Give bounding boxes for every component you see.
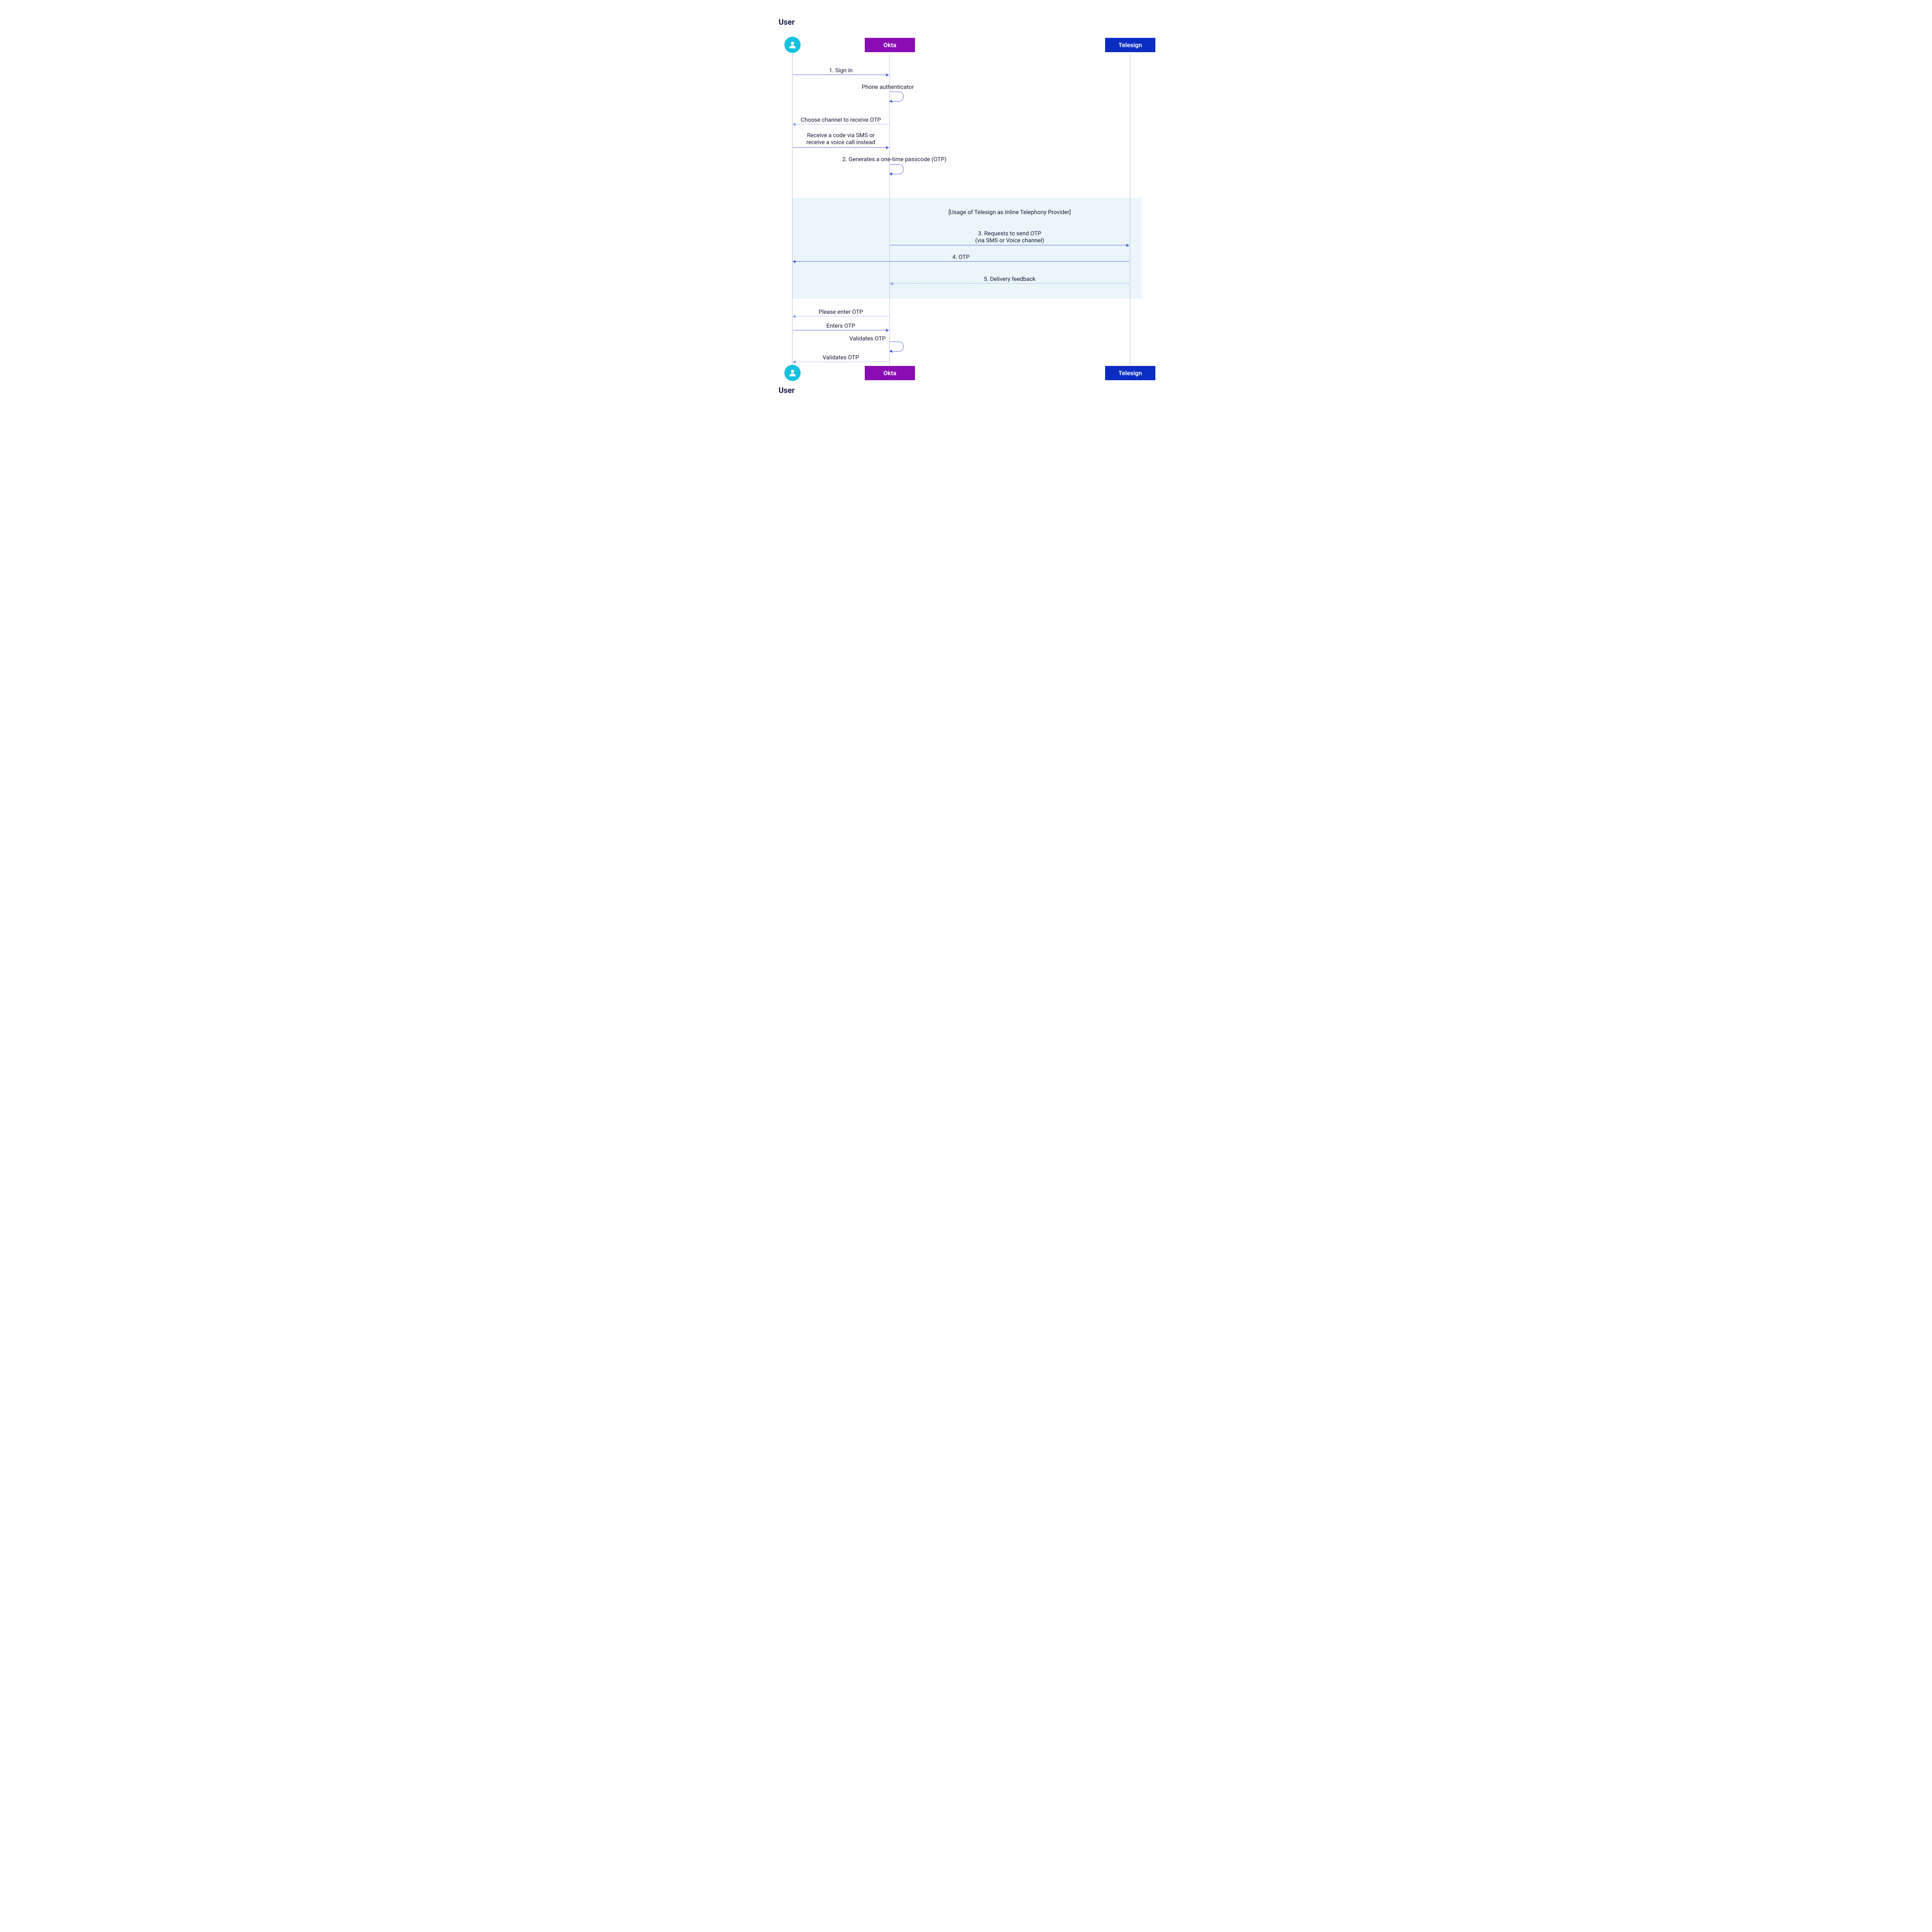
msg-receive-code-label-1: Receive a code via SMS or <box>792 132 889 139</box>
participant-okta-bottom: Okta <box>865 366 915 380</box>
lifeline-user <box>792 54 793 365</box>
msg-choose-channel-label: Choose channel to receive OTP <box>792 116 889 123</box>
self-loop-phone-auth <box>890 92 904 102</box>
msg-phone-auth-label: Phone authenticator <box>862 83 935 90</box>
msg-receive-code-label-2: receive a voice call instead <box>792 139 889 146</box>
msg-request-otp-label-1: 3. Requests to send OTP <box>889 230 1130 237</box>
self-loop-generate-otp <box>890 164 904 174</box>
sequence-diagram: User Okta Telesign 1. Sign in Phone auth… <box>765 0 1167 397</box>
msg-generate-otp-label: 2. Generates a one-time passcode (OTP) <box>842 156 989 163</box>
arrow-delivery-feedback <box>890 283 1129 284</box>
participant-user-label-bottom: User <box>779 386 795 395</box>
msg-please-enter-otp-label: Please enter OTP <box>792 308 889 315</box>
msg-request-otp-label-2: (via SMS or Voice channel) <box>889 237 1130 244</box>
msg-enters-otp-label: Enters OTP <box>792 322 889 329</box>
arrow-otp <box>793 261 1129 262</box>
msg-validates-otp-self-label: Validates OTP <box>849 335 903 342</box>
participant-telesign-top: Telesign <box>1105 38 1155 52</box>
user-avatar-icon <box>784 37 801 53</box>
arrow-receive-code <box>793 147 889 148</box>
msg-validates-otp-return-label: Validates OTP <box>792 354 889 361</box>
participant-telesign-bottom: Telesign <box>1105 366 1155 380</box>
msg-sign-in-label: 1. Sign in <box>792 67 889 74</box>
msg-delivery-feedback-label: 5. Delivery feedback <box>889 276 1130 282</box>
user-avatar-icon-bottom <box>784 365 801 381</box>
participant-okta-top: Okta <box>865 38 915 52</box>
self-loop-validates-otp <box>890 342 904 352</box>
highlight-group-title: [Usage of Telesign as Inline Telephony P… <box>889 209 1130 216</box>
msg-otp-label: 4. OTP <box>792 253 1130 260</box>
participant-user-label-top: User <box>779 17 795 27</box>
